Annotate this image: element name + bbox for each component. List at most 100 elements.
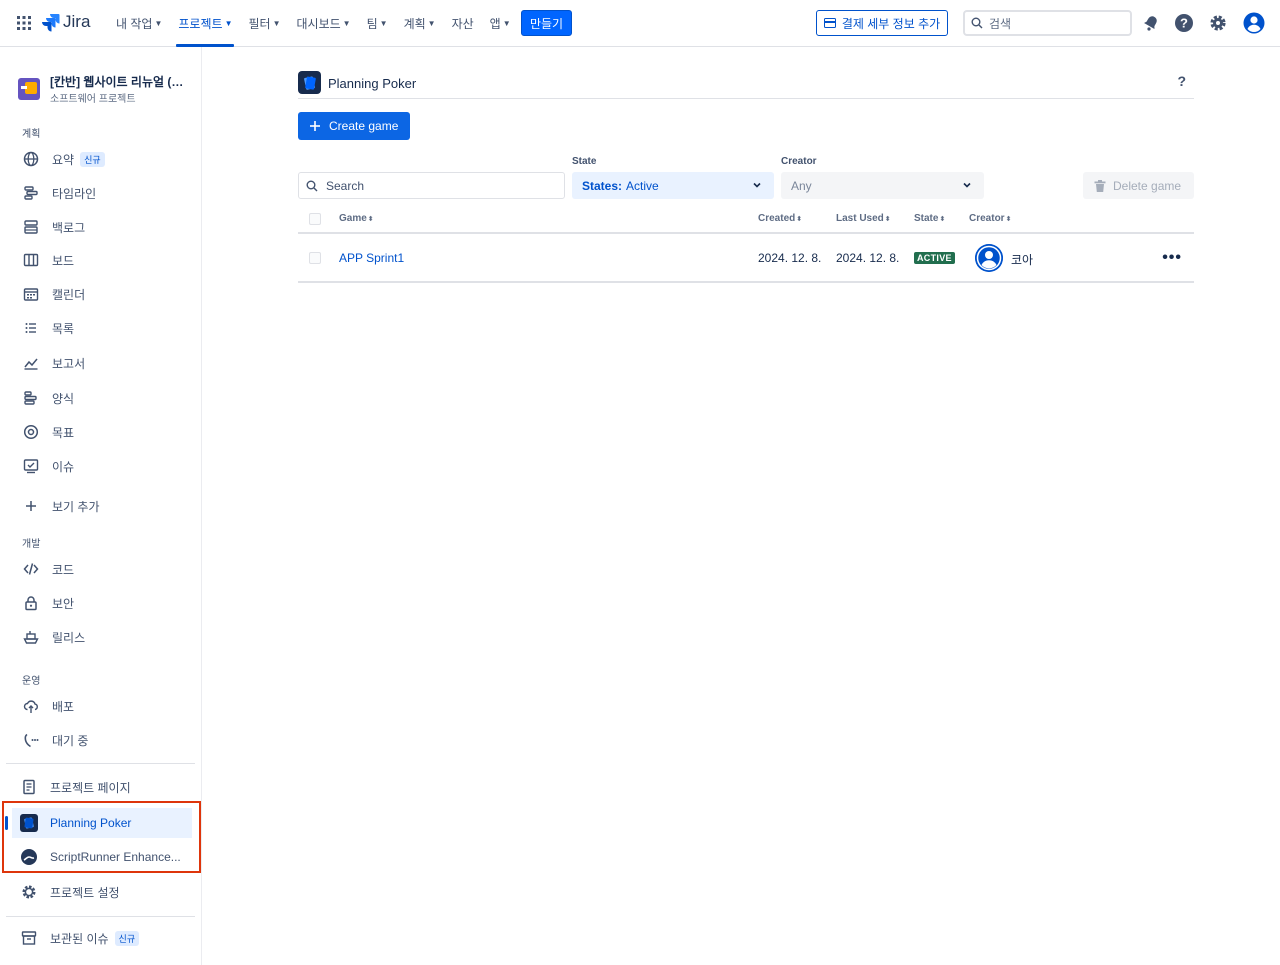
section-plan-title: 계획 [22,129,41,140]
games-table-header: Game⬍ Created⬍ Last Used⬍ State⬍ Creator… [298,208,1194,234]
sidebar-item-project-settings[interactable]: 프로젝트 설정 [12,877,192,907]
game-link[interactable]: APP Sprint1 [339,251,404,265]
page-icon [20,778,38,796]
sidebar-item-archived-issues[interactable]: 보관된 이슈 신규 [12,923,192,953]
nav-apps[interactable]: 앱 ▼ [482,0,519,47]
creator-filter-label: Creator [781,156,817,167]
sidebar-item-reports[interactable]: 보고서 [14,348,194,378]
sidebar-item-label: 양식 [52,391,75,406]
chevron-down-icon: ▼ [154,19,163,28]
list-icon [22,319,40,337]
help-icon[interactable]: ? [1174,13,1194,33]
column-header-state-label: State [914,213,939,224]
nav-my-work[interactable]: 내 작업 ▼ [108,0,170,47]
delete-game-button[interactable]: Delete game [1083,172,1194,199]
sidebar-item-list[interactable]: 목록 [14,313,194,343]
sidebar-item-issues[interactable]: 이슈 [14,451,194,481]
nav-projects-label: 프로젝트 [178,17,223,31]
column-header-last-used[interactable]: Last Used⬍ [836,213,891,224]
sidebar-item-label: 이슈 [52,459,75,474]
nav-assets[interactable]: 자산 [444,0,482,47]
sidebar-item-goals[interactable]: 목표 [14,417,194,447]
chevron-down-icon: ▼ [342,19,351,28]
table-row: APP Sprint1 2024. 12. 8. 2024. 12. 8. AC… [298,235,1194,283]
project-header[interactable]: [칸반] 웹사이트 리뉴얼 (팀... 소프트웨어 프로젝트 [18,73,190,105]
search-icon [306,180,318,191]
create-game-button[interactable]: Create game [298,112,410,140]
reports-icon [22,354,40,372]
issues-icon [22,457,40,475]
sidebar-item-label: 릴리스 [52,630,86,645]
last-used-date: 2024. 12. 8. [836,251,900,265]
settings-icon[interactable] [1208,13,1228,33]
sidebar-item-timeline[interactable]: 타임라인 [14,178,194,208]
app-switcher-icon[interactable] [16,15,32,31]
section-ops-title: 운영 [22,676,41,687]
column-header-created[interactable]: Created⬍ [758,213,802,224]
nav-plans[interactable]: 계획 ▼ [396,0,444,47]
highlight-box [2,801,201,873]
planning-poker-icon [298,71,321,94]
forms-icon [22,389,40,407]
delete-game-label: Delete game [1113,178,1182,193]
sidebar-item-code[interactable]: 코드 [14,554,194,584]
game-search-input[interactable]: Search [298,172,565,199]
sidebar-item-label: 보안 [52,596,75,611]
nav-dashboards-label: 대시보드 [296,17,341,31]
notification-icon[interactable] [1141,13,1161,33]
help-button[interactable]: ? [1177,73,1186,89]
gear-icon [20,883,38,901]
sidebar-item-on-call[interactable]: 대기 중 [14,725,194,755]
lock-icon [22,594,40,612]
sidebar-item-label: 보고서 [52,356,86,371]
column-header-created-label: Created [758,213,796,224]
sidebar-item-security[interactable]: 보안 [14,588,194,618]
create-button[interactable]: 만들기 [521,10,572,36]
sidebar-item-backlog[interactable]: 백로그 [14,212,194,242]
add-view-button[interactable]: 보기 추가 [14,491,194,521]
avatar [975,244,1003,272]
create-game-label: Create game [329,119,399,133]
column-header-game[interactable]: Game⬍ [339,213,374,224]
jira-logo-text: Jira [63,12,91,31]
sidebar-item-calendar[interactable]: 캘린더 [14,279,194,309]
plus-icon [22,497,40,515]
top-navigation: Jira 내 작업 ▼ 프로젝트 ▼ 필터 ▼ 대시보드 ▼ 팀 ▼ 계획 ▼ 자산 앱 ▼ … [0,0,1280,47]
sidebar-item-summary[interactable]: 요약 신규 [14,144,194,174]
column-header-game-label: Game [339,213,367,224]
column-header-state[interactable]: State⬍ [914,213,945,224]
section-dev-title: 개발 [22,539,41,550]
nav-dashboards[interactable]: 대시보드 ▼ [289,0,359,47]
search-placeholder: 검색 [989,16,1012,31]
state-filter-prefix: States: [582,178,623,193]
sidebar-item-deployments[interactable]: 배포 [14,691,194,721]
state-filter-select[interactable]: States: Active [572,172,774,199]
sidebar-item-project-pages[interactable]: 프로젝트 페이지 [12,772,192,802]
select-all-checkbox[interactable] [309,213,321,225]
sidebar-item-forms[interactable]: 양식 [14,383,194,413]
search-input[interactable]: 검색 [963,10,1132,36]
chevron-down-icon [753,182,761,188]
more-actions-icon[interactable]: ••• [1162,249,1182,267]
on-call-icon [22,731,40,749]
status-badge: ACTIVE [914,252,955,264]
sidebar-item-releases[interactable]: 릴리스 [14,622,194,652]
game-search-placeholder: Search [326,178,365,193]
state-filter-label: State [572,156,597,167]
profile-icon[interactable] [1243,12,1265,34]
created-date: 2024. 12. 8. [758,251,822,265]
column-header-creator[interactable]: Creator⬍ [969,213,1011,224]
row-checkbox[interactable] [309,252,321,264]
nav-teams[interactable]: 팀 ▼ [359,0,396,47]
add-billing-details-button[interactable]: 결제 세부 정보 추가 [816,10,948,36]
sidebar-item-board[interactable]: 보드 [14,245,194,275]
sidebar-item-label: 보관된 이슈 [50,931,109,946]
new-badge: 신규 [80,151,105,167]
nav-filters[interactable]: 필터 ▼ [240,0,288,47]
jira-logo[interactable]: Jira [40,12,90,32]
creator-filter-select[interactable]: Any [781,172,984,199]
chevron-down-icon: ▼ [379,19,388,28]
nav-my-work-label: 내 작업 [116,17,153,31]
code-icon [22,560,40,578]
nav-projects[interactable]: 프로젝트 ▼ [170,0,240,47]
